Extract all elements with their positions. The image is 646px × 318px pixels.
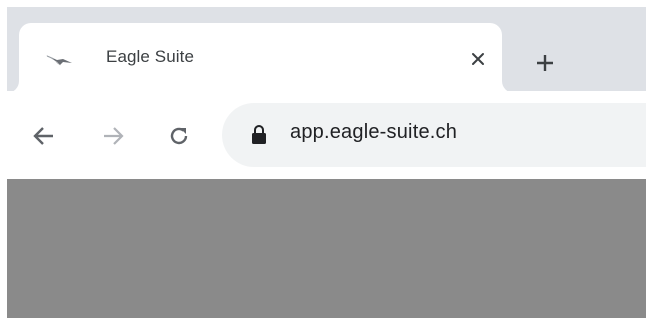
tab-strip: Eagle Suite [7, 7, 646, 93]
tab-eagle-suite[interactable]: Eagle Suite [19, 23, 502, 93]
page-content [7, 179, 646, 318]
arrow-right-icon[interactable] [96, 119, 130, 153]
lock-icon[interactable] [250, 124, 268, 146]
toolbar: app.eagle-suite.ch [7, 91, 646, 179]
close-icon[interactable] [462, 43, 494, 75]
eagle-icon [45, 51, 73, 71]
address-bar[interactable]: app.eagle-suite.ch [222, 103, 646, 167]
tab-title: Eagle Suite [106, 47, 195, 66]
browser-window: Eagle Suite app.eagle-suite.ch [7, 7, 646, 318]
arrow-left-icon[interactable] [27, 119, 61, 153]
url-text[interactable]: app.eagle-suite.ch [290, 121, 457, 144]
plus-icon[interactable] [527, 45, 563, 81]
reload-icon[interactable] [162, 119, 196, 153]
